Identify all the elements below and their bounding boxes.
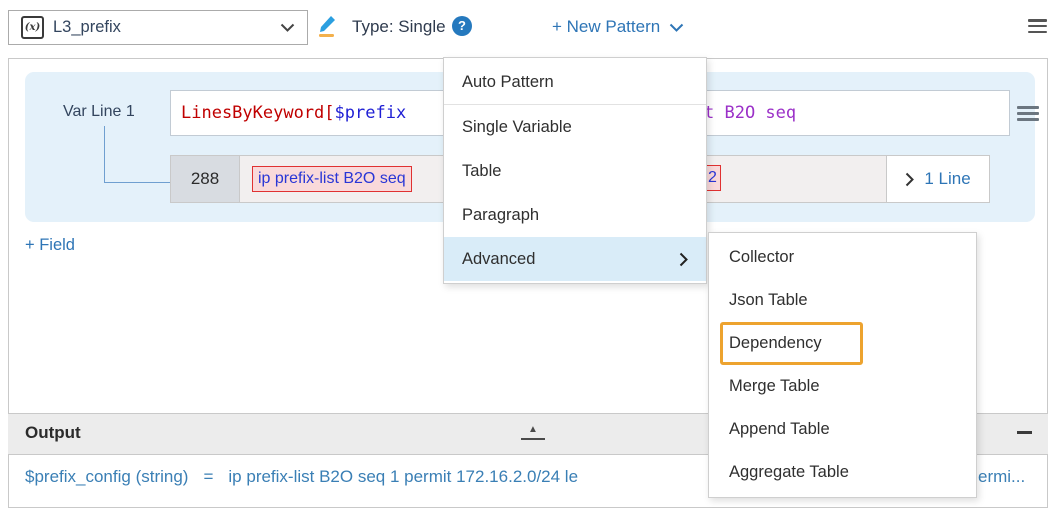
output-value: ip prefix-list B2O seq 1 permit 172.16.2… <box>228 467 578 486</box>
line-number-cell: 288 <box>171 156 240 202</box>
connector-line-vertical <box>104 126 105 183</box>
submenu-item-merge-table[interactable]: Merge Table <box>709 365 976 408</box>
submenu-item-aggregate-table[interactable]: Aggregate Table <box>709 451 976 494</box>
hamburger-menu-icon[interactable] <box>1028 19 1047 33</box>
menu-item-paragraph[interactable]: Paragraph <box>444 193 706 237</box>
var-line-label: Var Line 1 <box>63 103 135 121</box>
output-row: $prefix_config (string) = ip prefix-list B… <box>25 467 705 487</box>
variable-icon: (x) <box>21 16 44 39</box>
variable-selector-value: L3_prefix <box>53 18 121 37</box>
chevron-down-icon <box>669 23 684 32</box>
menu-item-table[interactable]: Table <box>444 149 706 193</box>
menu-item-auto-pattern[interactable]: Auto Pattern <box>444 60 706 104</box>
submenu-item-append-table[interactable]: Append Table <box>709 408 976 451</box>
expression-variable: $prefix <box>335 103 407 123</box>
new-pattern-menu: Auto Pattern Single Variable Table Parag… <box>443 57 707 284</box>
add-field-link[interactable]: + Field <box>25 236 75 255</box>
expand-lines-button[interactable]: 1 Line <box>886 156 989 202</box>
new-pattern-button[interactable]: + New Pattern <box>552 17 684 37</box>
minimize-icon[interactable] <box>1017 431 1032 434</box>
expression-tail: t B2O seq <box>704 103 796 123</box>
menu-item-advanced[interactable]: Advanced <box>444 237 706 281</box>
output-title: Output <box>25 423 81 443</box>
output-equals: = <box>203 467 213 486</box>
new-pattern-label: + New Pattern <box>552 17 660 37</box>
collapse-panel-icon[interactable]: ▲ <box>521 419 545 440</box>
edit-pattern-button[interactable] <box>314 14 340 40</box>
menu-item-single-variable[interactable]: Single Variable <box>444 105 706 149</box>
matched-text-highlight: ip prefix-list B2O seq <box>252 166 412 192</box>
connector-line-horizontal <box>104 182 170 183</box>
chevron-right-icon <box>679 252 688 267</box>
pattern-type-label: Type: Single <box>352 17 446 37</box>
chevron-right-icon <box>905 172 914 187</box>
expression-menu-icon[interactable] <box>1017 106 1039 121</box>
advanced-submenu: Collector Json Table Dependency Merge Ta… <box>708 232 977 498</box>
pencil-icon <box>314 14 340 38</box>
submenu-item-collector[interactable]: Collector <box>709 236 976 279</box>
expression-function: LinesByKeyword[ <box>181 103 335 123</box>
help-icon[interactable]: ? <box>452 16 472 36</box>
submenu-item-dependency[interactable]: Dependency <box>709 322 976 365</box>
output-variable: $prefix_config (string) <box>25 467 188 486</box>
submenu-item-json-table[interactable]: Json Table <box>709 279 976 322</box>
expand-lines-label: 1 Line <box>924 169 970 189</box>
chevron-down-icon <box>280 23 295 32</box>
variable-selector[interactable]: (x) L3_prefix <box>8 10 308 45</box>
output-value-tail: ermi... <box>978 467 1025 487</box>
